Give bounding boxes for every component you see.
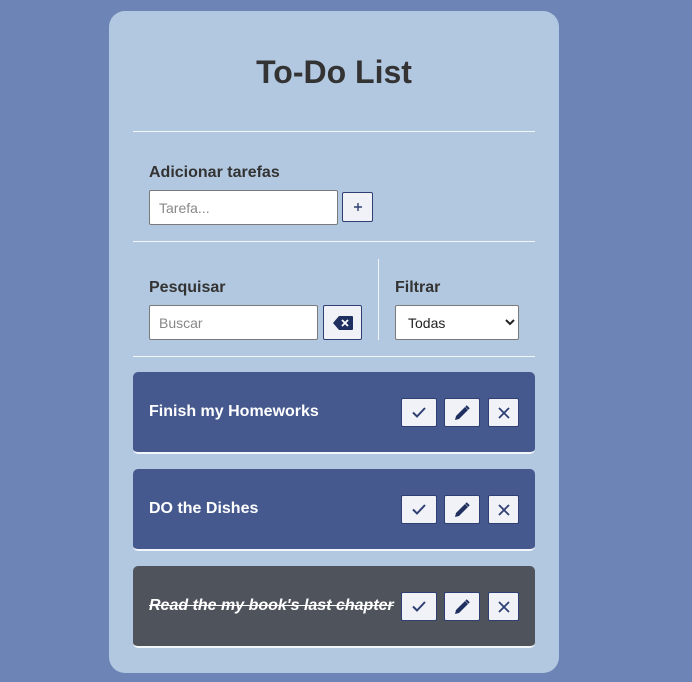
close-icon <box>497 503 510 516</box>
edit-task-button[interactable] <box>444 592 480 621</box>
filter-label: Filtrar <box>395 279 441 296</box>
search-input[interactable] <box>149 305 318 340</box>
task-item: DO the Dishes <box>133 469 535 551</box>
check-icon <box>412 504 426 515</box>
divider <box>133 356 535 357</box>
filter-select[interactable]: Todas <box>395 305 519 340</box>
backspace-icon <box>332 315 353 330</box>
divider <box>133 131 535 132</box>
pencil-icon <box>455 598 470 614</box>
edit-task-button[interactable] <box>444 398 480 427</box>
add-task-label: Adicionar tarefas <box>149 164 280 181</box>
add-task-button[interactable] <box>342 192 373 222</box>
task-text: DO the Dishes <box>149 500 259 517</box>
pencil-icon <box>455 404 470 420</box>
clear-search-button[interactable] <box>323 305 362 340</box>
edit-task-button[interactable] <box>444 495 480 524</box>
complete-task-button[interactable] <box>401 592 437 621</box>
delete-task-button[interactable] <box>488 495 519 524</box>
complete-task-button[interactable] <box>401 495 437 524</box>
task-item-done: Read the my book's last chapter <box>133 566 535 648</box>
task-input[interactable] <box>149 190 338 225</box>
divider <box>133 241 535 242</box>
plus-icon <box>353 203 362 211</box>
check-icon <box>412 601 426 612</box>
complete-task-button[interactable] <box>401 398 437 427</box>
vertical-divider <box>378 259 379 340</box>
pencil-icon <box>455 501 470 517</box>
task-text: Read the my book's last chapter <box>149 597 394 614</box>
search-label: Pesquisar <box>149 279 226 296</box>
task-item: Finish my Homeworks <box>133 372 535 454</box>
delete-task-button[interactable] <box>488 398 519 427</box>
check-icon <box>412 407 426 418</box>
close-icon <box>497 600 510 613</box>
task-text: Finish my Homeworks <box>149 403 319 420</box>
close-icon <box>497 406 510 419</box>
todo-card: To-Do List Adicionar tarefas Pesquisar F… <box>109 11 559 673</box>
delete-task-button[interactable] <box>488 592 519 621</box>
page-title: To-Do List <box>256 54 412 90</box>
